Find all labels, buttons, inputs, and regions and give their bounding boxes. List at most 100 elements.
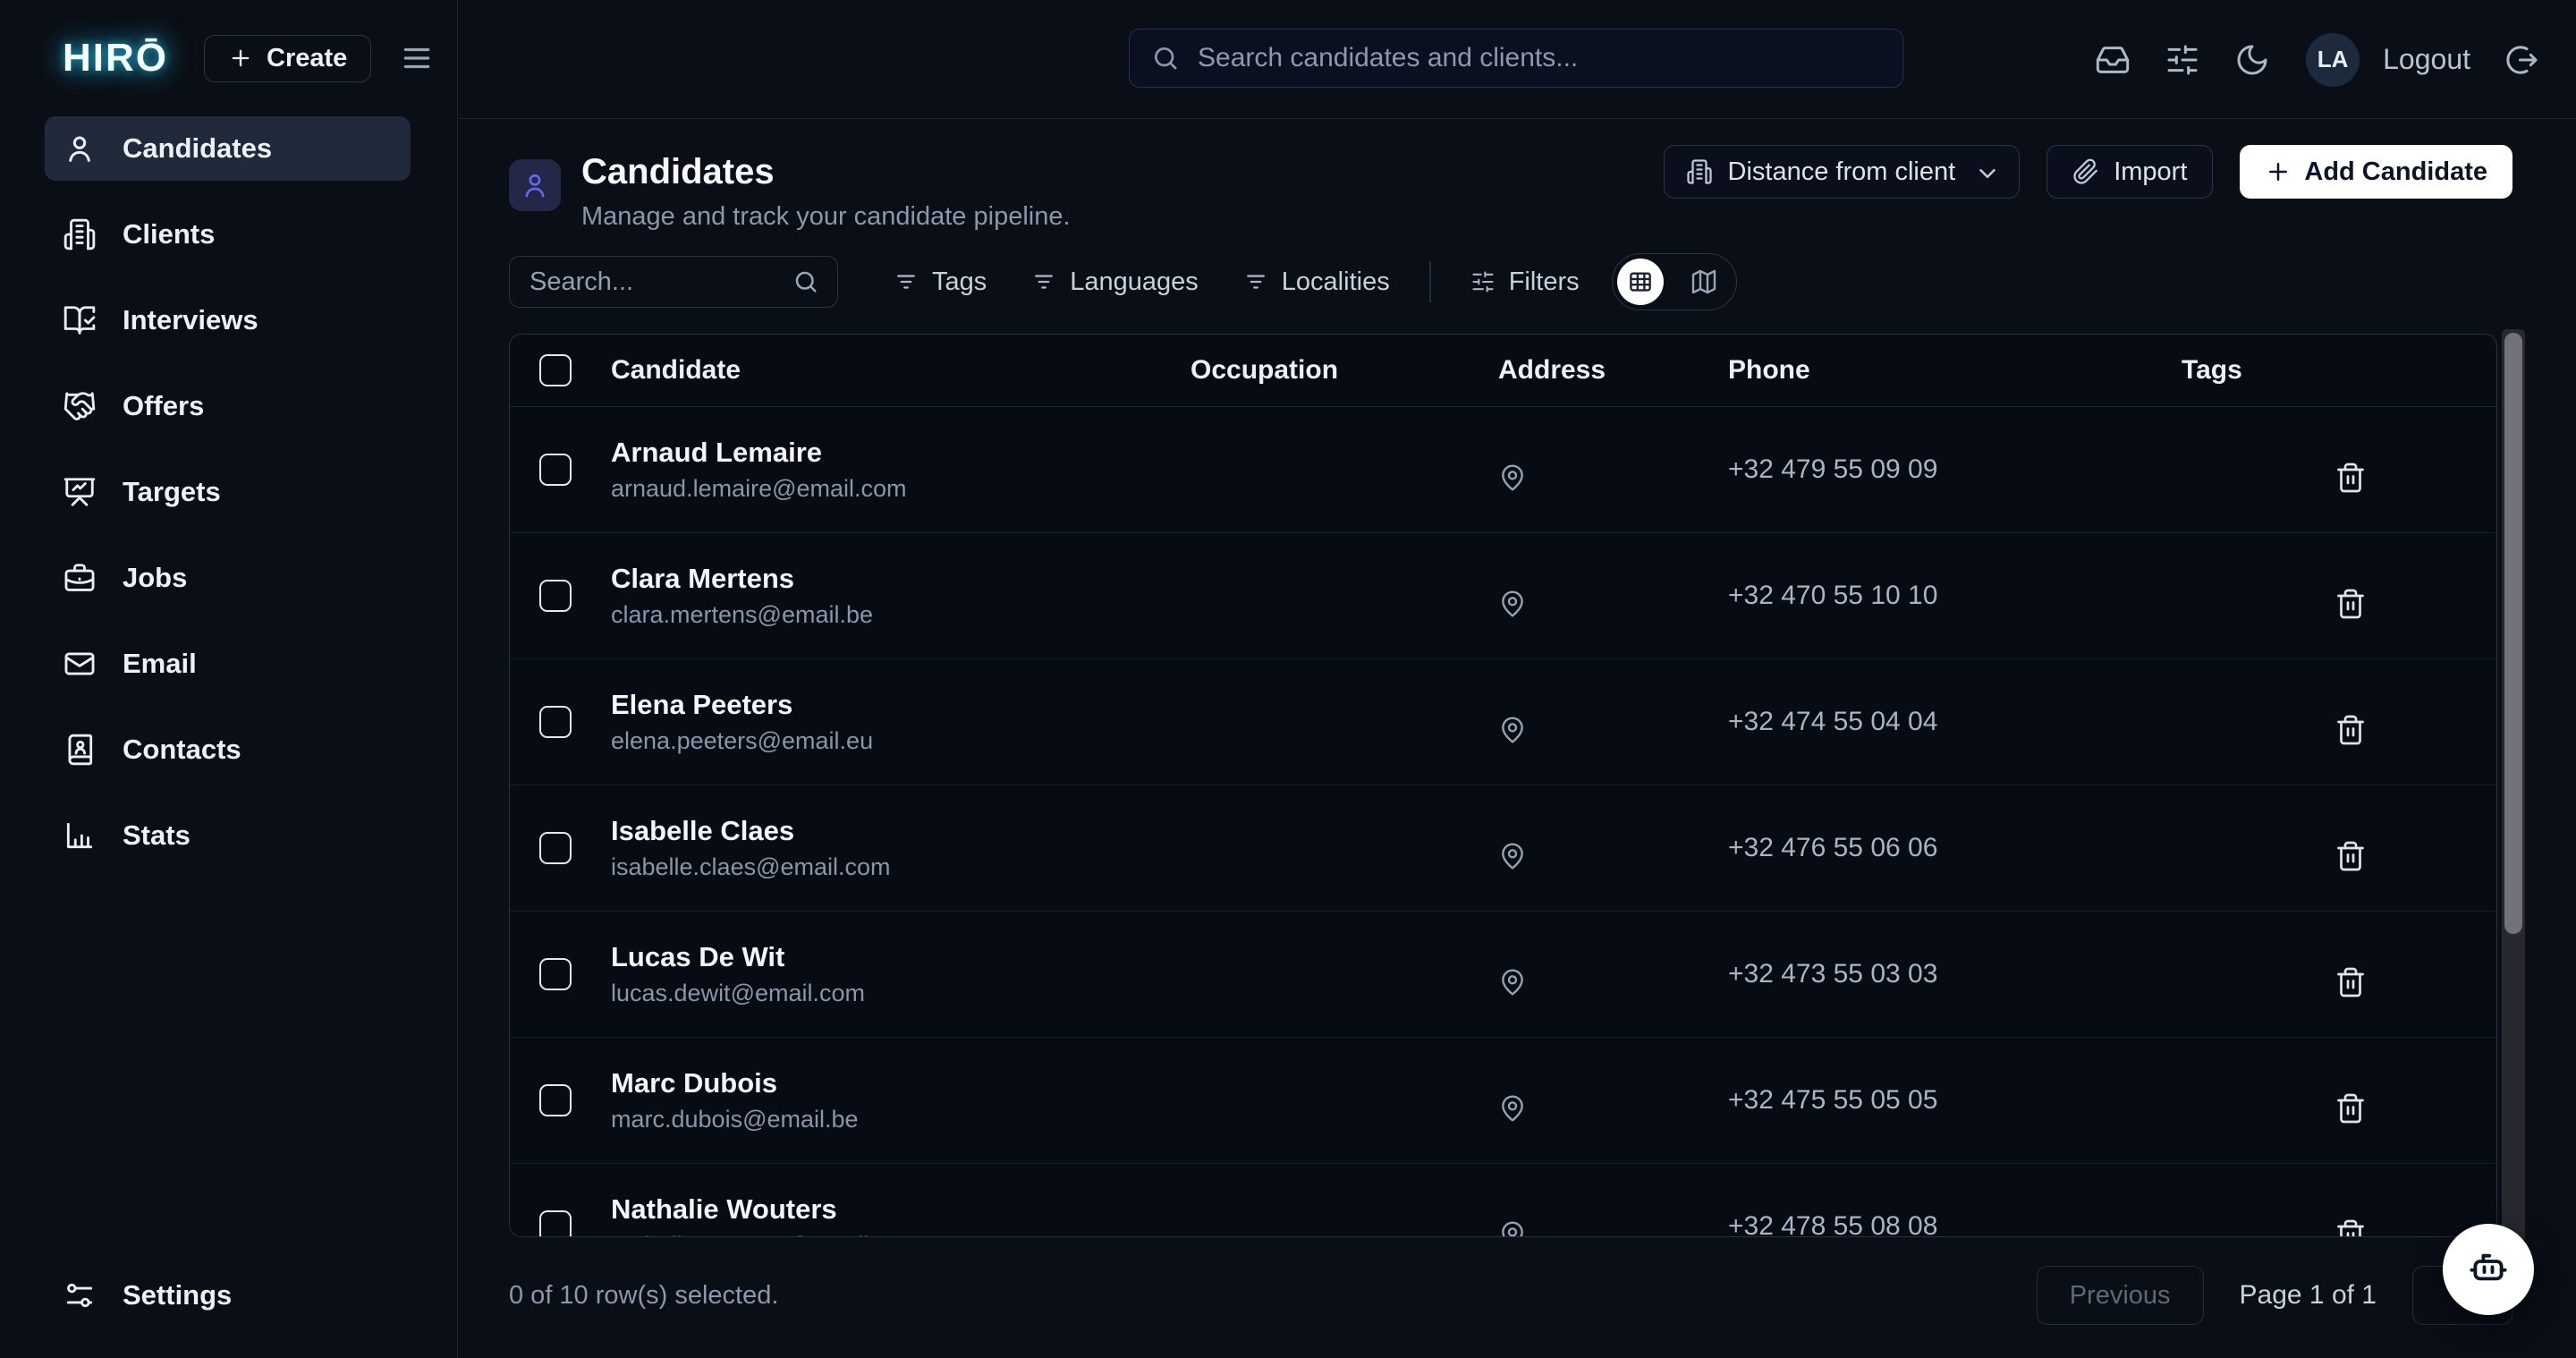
sidebar-item-targets[interactable]: Targets — [45, 460, 411, 524]
map-pin-icon[interactable] — [1498, 463, 1728, 492]
candidate-name: Arnaud Lemaire — [611, 437, 1191, 469]
row-checkbox[interactable] — [539, 958, 572, 990]
filter-row: Tags Languages Localities Filters — [509, 253, 1737, 310]
sidebar: HIRŌ Create Candidates Clients Interview… — [0, 0, 458, 1358]
sidebar-nav: Candidates Clients Interviews Offers Tar… — [0, 116, 457, 868]
dark-mode-moon-icon[interactable] — [2234, 42, 2270, 78]
add-candidate-label: Add Candidate — [2304, 157, 2487, 187]
table-search[interactable] — [509, 256, 838, 308]
table-row[interactable]: Nathalie Wouters nathalie.wouters@email.… — [510, 1164, 2496, 1237]
create-button[interactable]: Create — [204, 35, 371, 82]
candidate-phone: +32 470 55 10 10 — [1728, 581, 2182, 611]
sidebar-item-interviews[interactable]: Interviews — [45, 288, 411, 352]
logout-arrow-icon[interactable] — [2504, 42, 2540, 78]
previous-page-button[interactable]: Previous — [2037, 1266, 2204, 1325]
table-scrollbar-track[interactable] — [2502, 329, 2525, 1242]
map-view-toggle[interactable] — [1690, 267, 1718, 296]
sidebar-item-stats[interactable]: Stats — [45, 803, 411, 868]
table-row[interactable]: Clara Mertens clara.mertens@email.be +32… — [510, 533, 2496, 659]
table-row[interactable]: Isabelle Claes isabelle.claes@email.com … — [510, 785, 2496, 912]
mail-icon — [63, 647, 97, 681]
page-actions: Distance from client Import Add Candidat… — [1664, 145, 2512, 199]
candidate-name: Nathalie Wouters — [611, 1193, 1191, 1226]
table-row[interactable]: Lucas De Wit lucas.dewit@email.com +32 4… — [510, 912, 2496, 1038]
map-pin-icon[interactable] — [1498, 1220, 1728, 1237]
table-search-input[interactable] — [528, 267, 792, 298]
global-search[interactable] — [1129, 29, 1903, 88]
table-scrollbar-thumb[interactable] — [2504, 333, 2522, 934]
table-row[interactable]: Arnaud Lemaire arnaud.lemaire@email.com … — [510, 407, 2496, 533]
trash-icon[interactable] — [2334, 714, 2496, 746]
candidates-page-icon — [509, 159, 561, 211]
table-view-toggle[interactable] — [1617, 259, 1664, 305]
row-checkbox[interactable] — [539, 454, 572, 486]
sidebar-item-settings[interactable]: Settings — [45, 1263, 411, 1328]
chevron-down-icon — [1974, 160, 1997, 183]
table-row[interactable]: Marc Dubois marc.dubois@email.be +32 475… — [510, 1038, 2496, 1164]
hamburger-menu-icon[interactable] — [400, 41, 434, 75]
page-title: Candidates — [581, 152, 1071, 192]
search-icon — [1151, 44, 1180, 72]
map-pin-icon[interactable] — [1498, 968, 1728, 997]
tags-filter-label: Tags — [932, 267, 987, 297]
import-button[interactable]: Import — [2046, 145, 2213, 199]
sidebar-bottom: Settings — [45, 1263, 411, 1328]
book-check-icon — [63, 303, 97, 337]
select-all-checkbox[interactable] — [539, 354, 572, 386]
assistant-fab-button[interactable] — [2443, 1224, 2534, 1315]
inbox-icon[interactable] — [2095, 42, 2131, 78]
sidebar-item-jobs[interactable]: Jobs — [45, 546, 411, 610]
trash-icon[interactable] — [2334, 966, 2496, 998]
sliders-icon[interactable] — [2165, 42, 2200, 78]
candidate-phone: +32 478 55 08 08 — [1728, 1211, 2182, 1237]
column-header-address[interactable]: Address — [1498, 355, 1728, 386]
sidebar-item-contacts[interactable]: Contacts — [45, 717, 411, 782]
filters-button[interactable]: Filters — [1470, 267, 1580, 297]
sidebar-item-email[interactable]: Email — [45, 632, 411, 696]
column-header-phone[interactable]: Phone — [1728, 355, 2182, 386]
page-indicator: Page 1 of 1 — [2240, 1280, 2377, 1311]
trash-icon[interactable] — [2334, 840, 2496, 872]
trash-icon[interactable] — [2334, 588, 2496, 620]
sidebar-item-clients[interactable]: Clients — [45, 202, 411, 267]
presentation-chart-icon — [63, 475, 97, 509]
localities-filter[interactable]: Localities — [1243, 267, 1390, 297]
column-header-occupation[interactable]: Occupation — [1191, 355, 1498, 386]
candidate-email: nathalie.wouters@email.eu — [611, 1232, 1191, 1237]
map-pin-icon[interactable] — [1498, 590, 1728, 618]
search-icon — [792, 268, 819, 295]
paperclip-icon — [2072, 158, 2099, 185]
funnel-icon — [1243, 269, 1268, 294]
main-content: Candidates Manage and track your candida… — [458, 119, 2576, 1358]
candidate-name: Marc Dubois — [611, 1067, 1191, 1099]
map-pin-icon[interactable] — [1498, 716, 1728, 744]
sidebar-item-offers[interactable]: Offers — [45, 374, 411, 438]
brand-logo[interactable]: HIRŌ — [63, 36, 168, 81]
candidate-phone: +32 479 55 09 09 — [1728, 454, 2182, 485]
row-checkbox[interactable] — [539, 706, 572, 738]
distance-from-client-dropdown[interactable]: Distance from client — [1664, 145, 2021, 199]
add-candidate-button[interactable]: Add Candidate — [2240, 145, 2512, 199]
avatar[interactable]: LA — [2306, 33, 2360, 87]
trash-icon[interactable] — [2334, 1092, 2496, 1125]
table-footer: 0 of 10 row(s) selected. Previous Page 1… — [509, 1266, 2512, 1325]
languages-filter[interactable]: Languages — [1031, 267, 1199, 297]
table-row[interactable]: Elena Peeters elena.peeters@email.eu +32… — [510, 659, 2496, 785]
candidate-phone: +32 473 55 03 03 — [1728, 959, 2182, 989]
view-toggle — [1612, 253, 1737, 310]
sidebar-item-candidates[interactable]: Candidates — [45, 116, 411, 181]
column-header-tags[interactable]: Tags — [2182, 355, 2334, 386]
column-header-candidate[interactable]: Candidate — [611, 355, 1191, 386]
row-checkbox[interactable] — [539, 1210, 572, 1237]
map-pin-icon[interactable] — [1498, 1094, 1728, 1123]
row-checkbox[interactable] — [539, 832, 572, 864]
logout-button[interactable]: Logout — [2383, 43, 2470, 76]
row-checkbox[interactable] — [539, 1084, 572, 1116]
global-search-input[interactable] — [1196, 42, 1881, 74]
trash-icon[interactable] — [2334, 462, 2496, 494]
map-pin-icon[interactable] — [1498, 842, 1728, 870]
localities-filter-label: Localities — [1282, 267, 1390, 297]
sidebar-item-label: Clients — [123, 218, 215, 250]
tags-filter[interactable]: Tags — [894, 267, 987, 297]
row-checkbox[interactable] — [539, 580, 572, 612]
